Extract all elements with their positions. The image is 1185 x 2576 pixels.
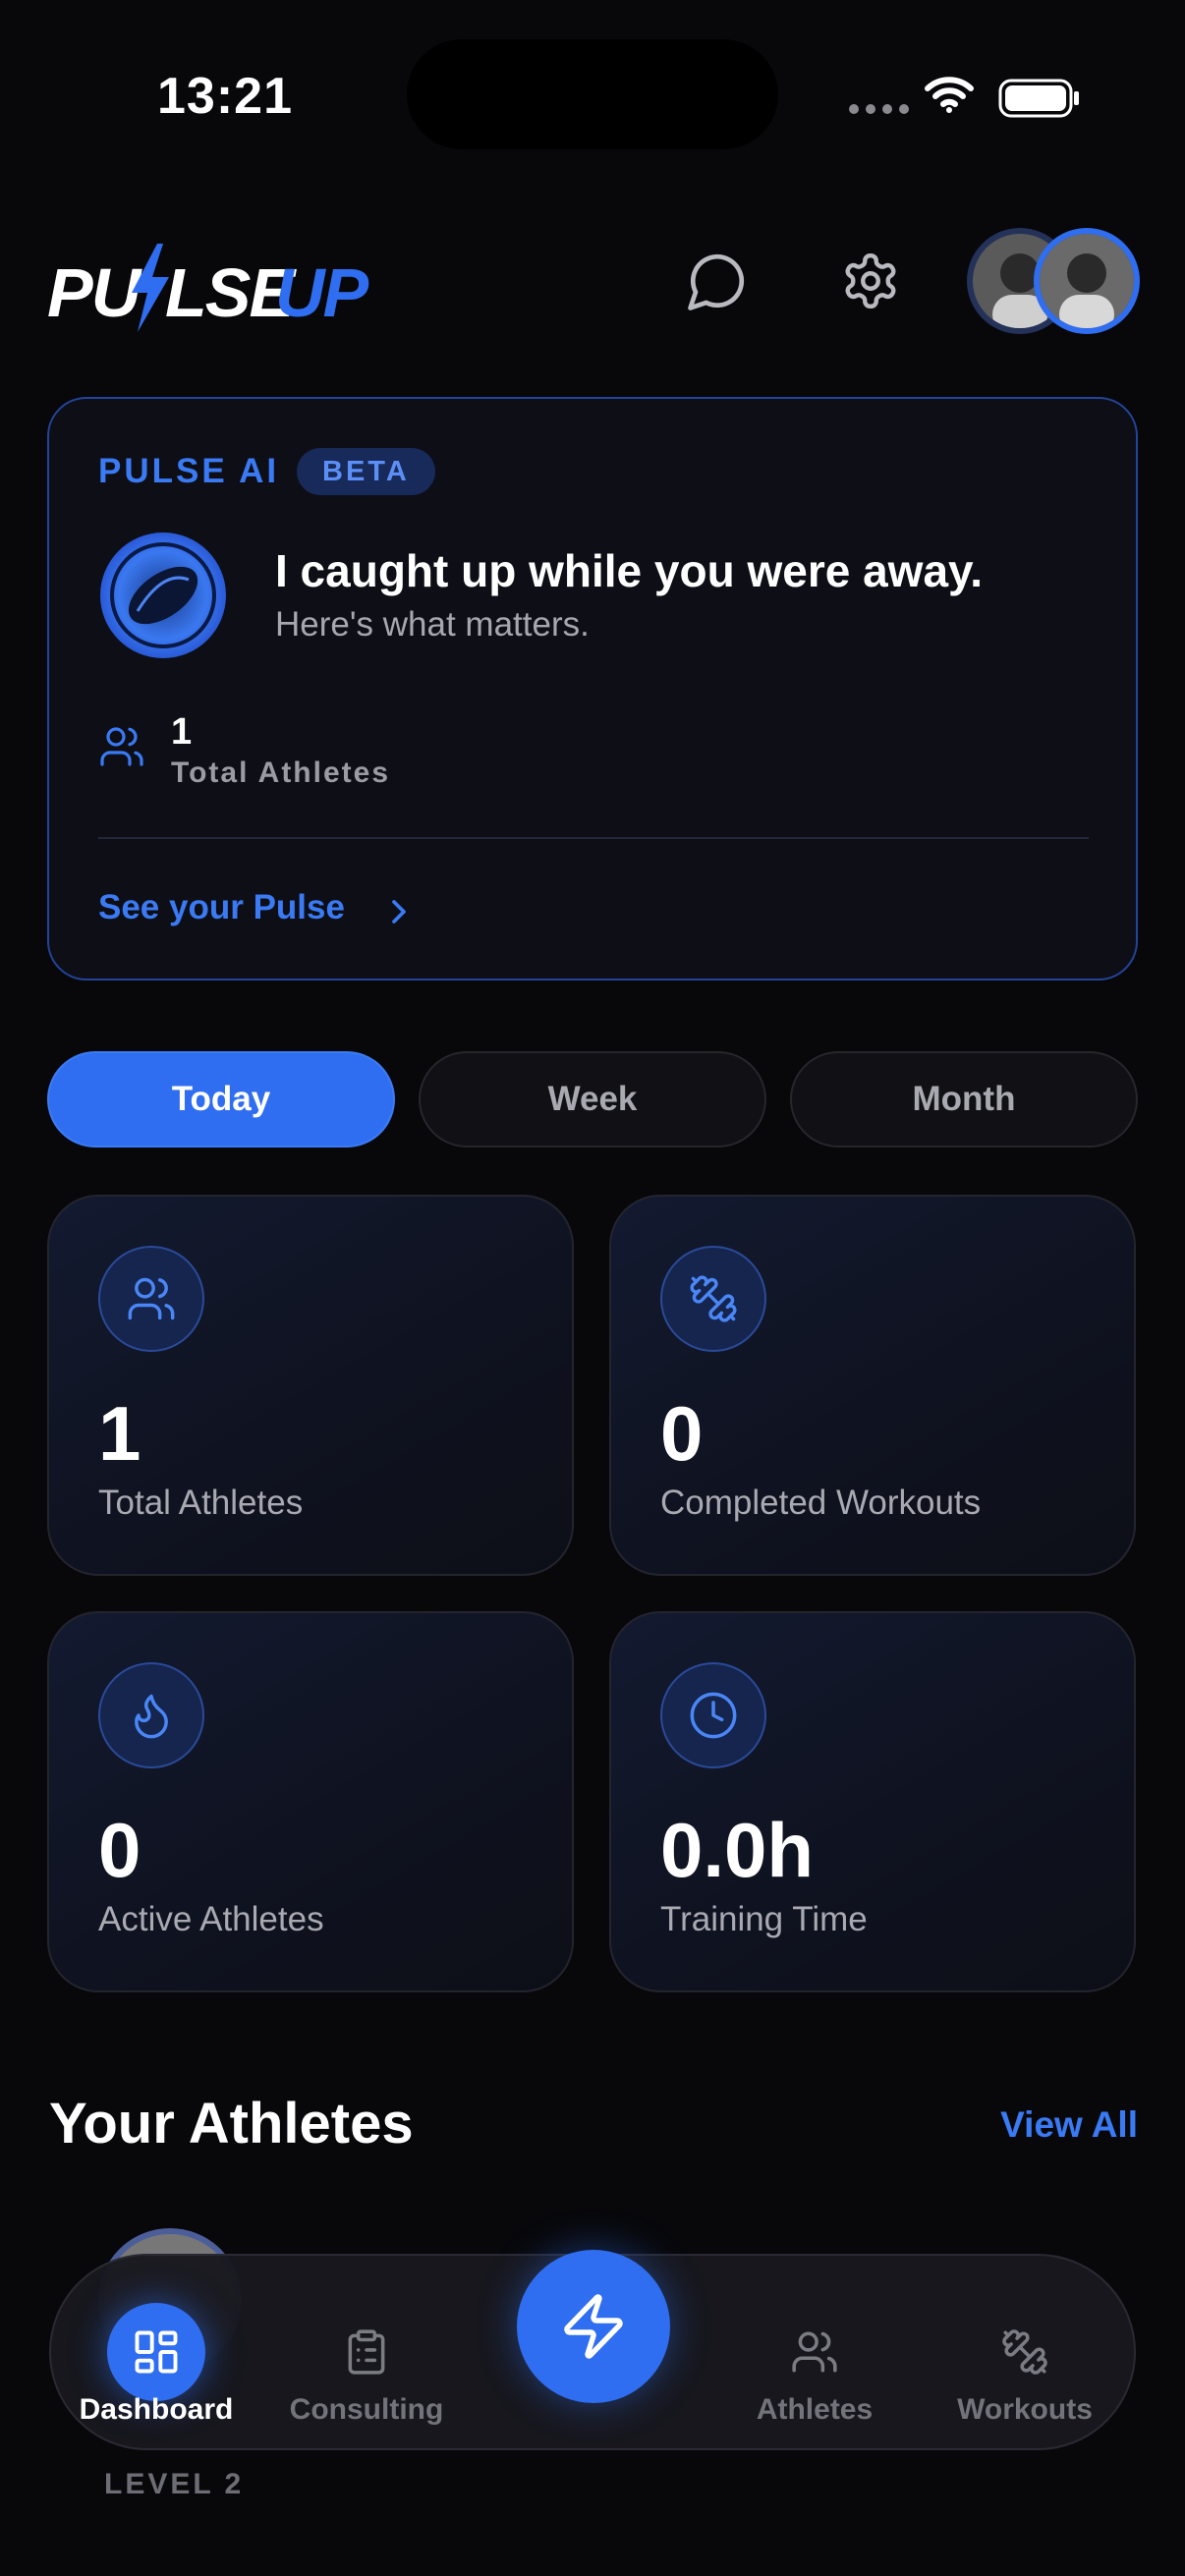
quick-action-button[interactable] — [517, 2250, 670, 2403]
nav-consulting[interactable]: Consulting — [261, 2256, 472, 2452]
avatar — [1034, 228, 1140, 334]
stat-card-training-time[interactable]: 0.0h Training Time — [609, 1611, 1136, 1992]
stat-value: 0.0h — [660, 1807, 815, 1893]
dynamic-island — [407, 39, 778, 149]
ai-subtitle: Here's what matters. — [275, 605, 590, 644]
stat-value: 0 — [98, 1807, 141, 1893]
gear-icon — [845, 252, 896, 309]
svg-text:UP: UP — [275, 254, 369, 331]
lightning-icon — [564, 2294, 623, 2359]
settings-button[interactable] — [835, 246, 906, 316]
nav-athletes[interactable]: Athletes — [709, 2256, 920, 2452]
period-tabs: Today Week Month — [47, 1051, 1138, 1148]
tab-today[interactable]: Today — [47, 1051, 395, 1148]
your-athletes-heading: Your Athletes — [49, 2092, 414, 2156]
bottom-tab-bar: Dashboard Consulting Athletes Workouts — [49, 2250, 1136, 2452]
dumbbell-icon — [976, 2303, 1074, 2401]
nav-workouts[interactable]: Workouts — [920, 2256, 1130, 2452]
grid-icon — [107, 2303, 205, 2401]
nav-label: Consulting — [289, 2393, 444, 2426]
tab-week[interactable]: Week — [419, 1051, 766, 1148]
stat-card-total-athletes[interactable]: 1 Total Athletes — [47, 1195, 574, 1576]
status-bar: 13:21 — [0, 0, 1185, 196]
pulse-ai-card[interactable]: PULSE AI BETA I caught up while you were… — [47, 397, 1138, 980]
users-icon — [765, 2303, 864, 2401]
divider — [98, 837, 1089, 839]
tab-month[interactable]: Month — [790, 1051, 1138, 1148]
wifi-icon — [925, 77, 974, 113]
stat-label: Training Time — [660, 1900, 868, 1938]
pulse-ai-orb-icon — [100, 532, 226, 658]
stat-card-active-athletes[interactable]: 0 Active Athletes — [47, 1611, 574, 1992]
dumbbell-icon — [660, 1246, 766, 1352]
flame-icon — [98, 1662, 204, 1768]
battery-icon — [998, 79, 1079, 118]
app-header: PU LSE UP — [47, 226, 1140, 334]
ai-stat-label: Total Athletes — [171, 756, 391, 789]
ai-headline: I caught up while you were away. — [275, 545, 983, 596]
stat-label: Total Athletes — [98, 1484, 304, 1522]
nav-label: Workouts — [957, 2393, 1093, 2426]
clock-icon — [660, 1662, 766, 1768]
nav-label: Athletes — [756, 2393, 874, 2426]
ai-stat-value: 1 — [171, 711, 193, 753]
stat-value: 0 — [660, 1390, 704, 1477]
beta-badge: BETA — [297, 448, 435, 495]
cellular-signal-icon — [849, 104, 909, 114]
chat-button[interactable] — [682, 246, 753, 316]
pulseup-logo[interactable]: PU LSE UP — [47, 236, 371, 334]
see-your-pulse-link[interactable]: See your Pulse — [98, 888, 345, 927]
stat-label: Active Athletes — [98, 1900, 324, 1938]
users-icon — [100, 727, 143, 766]
profile-avatars[interactable] — [967, 226, 1144, 336]
nav-dashboard[interactable]: Dashboard — [51, 2256, 261, 2452]
view-all-link[interactable]: View All — [1000, 2104, 1138, 2146]
stat-card-completed-workouts[interactable]: 0 Completed Workouts — [609, 1195, 1136, 1576]
svg-text:PU: PU — [47, 254, 142, 331]
status-time: 13:21 — [157, 68, 293, 125]
stat-label: Completed Workouts — [660, 1484, 982, 1522]
pulse-ai-title: PULSE AI — [98, 452, 280, 490]
users-icon — [98, 1246, 204, 1352]
clipboard-icon — [317, 2303, 416, 2401]
nav-label: Dashboard — [79, 2393, 234, 2426]
stat-value: 1 — [98, 1390, 141, 1477]
message-icon — [688, 253, 745, 310]
chevron-right-icon — [392, 900, 406, 924]
athlete-level-label: LEVEL 2 — [104, 2468, 245, 2500]
